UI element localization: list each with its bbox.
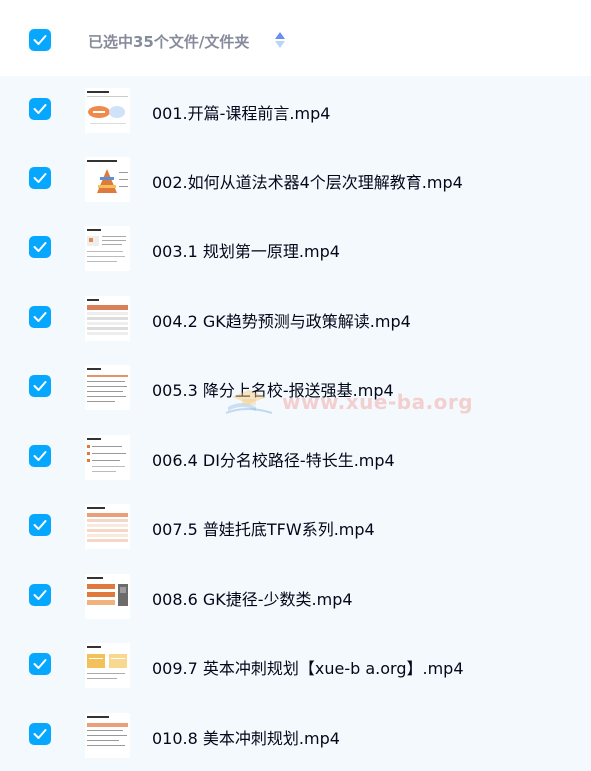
file-checkbox[interactable] <box>29 236 51 258</box>
checkmark-icon <box>33 104 47 114</box>
file-checkbox[interactable] <box>29 306 51 328</box>
file-row[interactable]: 004.2 GK趋势预测与政策解读.mp4 <box>0 284 591 354</box>
file-checkbox[interactable] <box>29 584 51 606</box>
file-checkbox[interactable] <box>29 98 51 120</box>
video-thumbnail[interactable] <box>85 157 130 202</box>
checkmark-icon <box>33 520 47 530</box>
file-row[interactable]: 010.8 美本冲刺规划.mp4 <box>0 701 591 771</box>
file-name[interactable]: 001.开篇-课程前言.mp4 <box>152 100 330 124</box>
video-thumbnail[interactable] <box>85 226 130 271</box>
file-row[interactable]: 007.5 普娃托底TFW系列.mp4 <box>0 492 591 562</box>
video-thumbnail[interactable] <box>85 713 130 758</box>
video-thumbnail[interactable] <box>85 504 130 549</box>
file-checkbox[interactable] <box>29 445 51 467</box>
video-thumbnail[interactable] <box>85 643 130 688</box>
file-name[interactable]: 006.4 DI分名校路径-特长生.mp4 <box>152 447 395 471</box>
checkmark-icon <box>33 729 47 739</box>
selection-header: 已选中35个文件/文件夹 <box>0 0 591 76</box>
file-row[interactable]: 006.4 DI分名校路径-特长生.mp4 <box>0 423 591 493</box>
checkmark-icon <box>33 381 47 391</box>
sort-icon[interactable] <box>274 31 286 49</box>
checkmark-icon <box>33 659 47 669</box>
file-row[interactable]: 001.开篇-课程前言.mp4 <box>0 76 591 146</box>
file-name[interactable]: 004.2 GK趋势预测与政策解读.mp4 <box>152 308 411 332</box>
checkmark-icon <box>33 35 47 45</box>
file-name[interactable]: 009.7 英本冲刺规划【xue-b a.org】.mp4 <box>152 655 464 679</box>
video-thumbnail[interactable] <box>85 296 130 341</box>
watermark-logo <box>225 390 273 414</box>
video-thumbnail[interactable] <box>85 88 130 133</box>
file-checkbox[interactable] <box>29 375 51 397</box>
video-thumbnail[interactable] <box>85 435 130 480</box>
file-name[interactable]: 008.6 GK捷径-少数类.mp4 <box>152 586 353 610</box>
checkmark-icon <box>33 173 47 183</box>
file-checkbox[interactable] <box>29 167 51 189</box>
file-row[interactable]: 009.7 英本冲刺规划【xue-b a.org】.mp4 <box>0 631 591 701</box>
file-checkbox[interactable] <box>29 514 51 536</box>
file-name[interactable]: 007.5 普娃托底TFW系列.mp4 <box>152 516 375 540</box>
selection-count-label: 已选中35个文件/文件夹 <box>88 33 250 51</box>
select-all-checkbox[interactable] <box>29 29 51 51</box>
file-name[interactable]: 002.如何从道法术器4个层次理解教育.mp4 <box>152 169 463 193</box>
file-name[interactable]: 003.1 规划第一原理.mp4 <box>152 238 340 262</box>
checkmark-icon <box>33 312 47 322</box>
file-checkbox[interactable] <box>29 723 51 745</box>
watermark-text: www.xue-ba.org <box>282 390 474 414</box>
file-row[interactable]: 002.如何从道法术器4个层次理解教育.mp4 <box>0 145 591 215</box>
file-row[interactable]: 003.1 规划第一原理.mp4 <box>0 214 591 284</box>
file-name[interactable]: 010.8 美本冲刺规划.mp4 <box>152 725 340 749</box>
checkmark-icon <box>33 242 47 252</box>
checkmark-icon <box>33 451 47 461</box>
video-thumbnail[interactable] <box>85 365 130 410</box>
file-row[interactable]: 008.6 GK捷径-少数类.mp4 <box>0 562 591 632</box>
checkmark-icon <box>33 590 47 600</box>
video-thumbnail[interactable] <box>85 574 130 619</box>
file-checkbox[interactable] <box>29 653 51 675</box>
